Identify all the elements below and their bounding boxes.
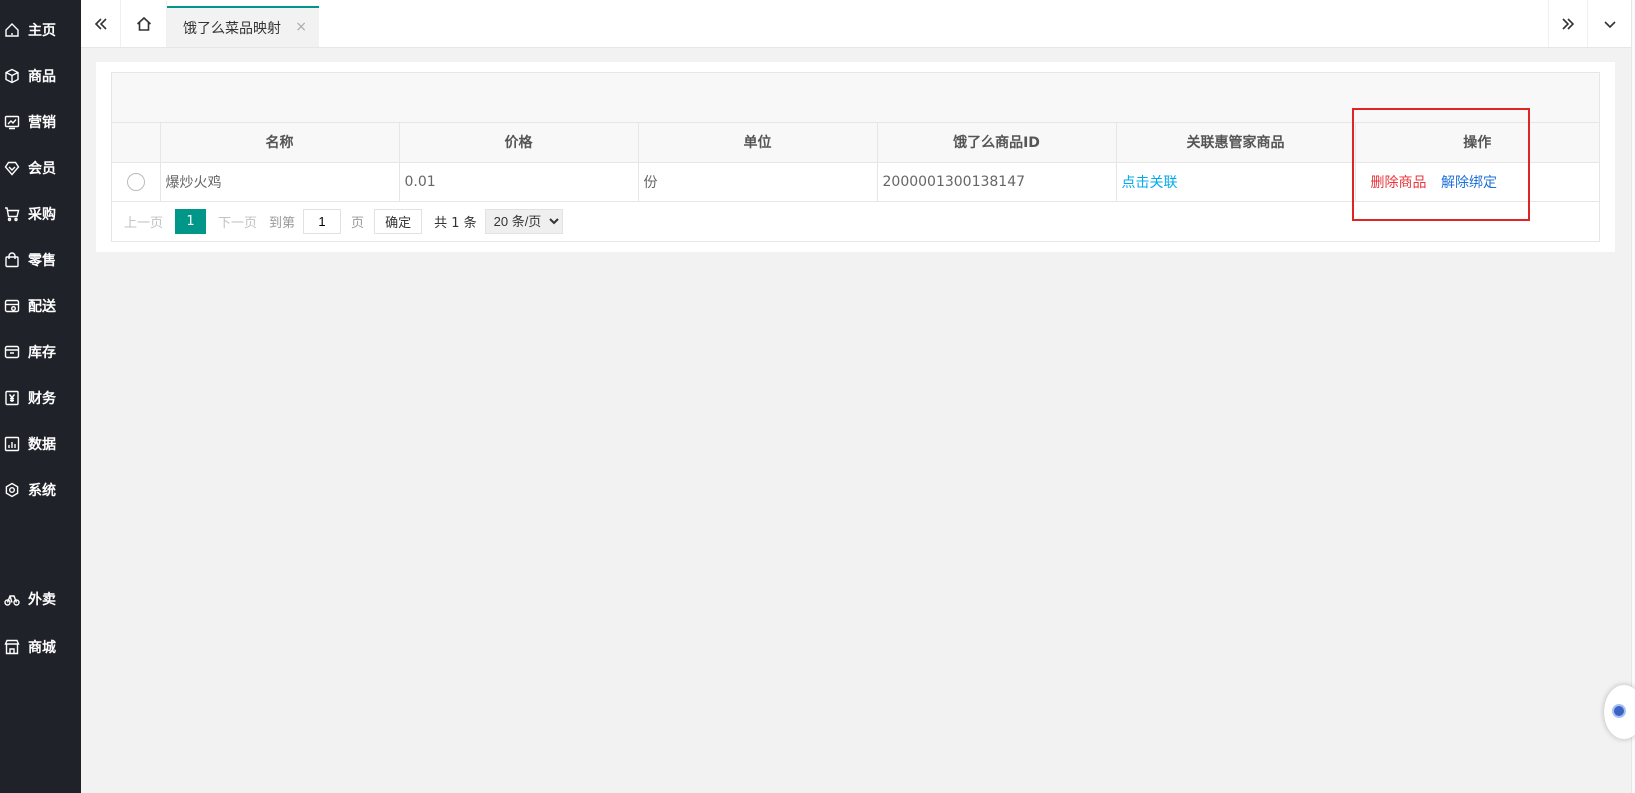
settings-icon <box>4 482 20 498</box>
home-icon <box>4 22 20 38</box>
sidebar-item-label: 商城 <box>28 640 56 656</box>
double-chevron-right-icon <box>1562 17 1575 30</box>
bike-icon <box>4 591 20 607</box>
goto-label: 到第 <box>269 215 296 231</box>
top-bar: 饿了么菜品映射 × <box>81 0 1635 48</box>
row-radio[interactable] <box>126 172 145 191</box>
pagination: 上一页 1 下一页 到第 页 确定 共 1 条 20 条/页 <box>112 202 1599 241</box>
box-icon <box>4 68 20 84</box>
sidebar-item-takeout[interactable]: 外卖 <box>0 579 81 619</box>
sidebar-item-marketing[interactable]: 营销 <box>0 102 81 142</box>
table-row: 爆炒火鸡 0.01 份 2000001300138147 点击关联 删除商品 解… <box>112 162 1599 202</box>
column-header-actions[interactable]: 操作 <box>1355 123 1599 163</box>
column-header-name[interactable]: 名称 <box>160 123 400 163</box>
data-table: 名称 价格 单位 饿了么商品ID 关联惠管家商品 操作 爆炒火鸡 0.01 份 … <box>111 72 1600 242</box>
sidebar-item-inventory[interactable]: 库存 <box>0 332 81 372</box>
sidebar-item-label: 外卖 <box>28 592 56 608</box>
mapping-table: 名称 价格 单位 饿了么商品ID 关联惠管家商品 操作 爆炒火鸡 0.01 份 … <box>112 123 1599 202</box>
table-toolbar <box>112 73 1599 123</box>
cart-icon <box>4 206 20 222</box>
sidebar-item-system[interactable]: 系统 <box>0 470 81 510</box>
page-scrollbar[interactable] <box>1631 0 1635 793</box>
sidebar-item-label: 主页 <box>28 23 56 39</box>
content-card: 名称 价格 单位 饿了么商品ID 关联惠管家商品 操作 爆炒火鸡 0.01 份 … <box>96 62 1615 252</box>
assistant-icon <box>1612 704 1626 718</box>
double-chevron-left-icon <box>94 17 107 30</box>
page-unit-label: 页 <box>351 215 365 231</box>
sidebar-item-label: 系统 <box>28 483 56 499</box>
floating-assistant-button[interactable] <box>1604 685 1635 739</box>
tab-eleme-mapping[interactable]: 饿了么菜品映射 × <box>167 6 319 47</box>
sidebar-item-mall[interactable]: 商城 <box>0 627 81 667</box>
goto-page-input[interactable] <box>303 208 342 234</box>
column-header-price[interactable]: 价格 <box>399 123 639 163</box>
diamond-icon <box>4 160 20 176</box>
scroll-right-button[interactable] <box>1548 0 1588 47</box>
sidebar-item-label: 数据 <box>28 437 56 453</box>
row-select-cell <box>112 162 161 202</box>
chevron-down-icon <box>1603 20 1616 28</box>
sidebar-item-home[interactable]: 主页 <box>0 10 81 50</box>
store-icon <box>4 639 20 655</box>
delete-goods-button[interactable]: 删除商品 <box>1371 175 1427 191</box>
sidebar: 主页 商品 营销 会员 采购 零售 配送 库存 财务 数据 系统 外卖 商城 <box>0 0 81 793</box>
column-header-unit[interactable]: 单位 <box>638 123 878 163</box>
cell-name: 爆炒火鸡 <box>160 162 400 202</box>
chart-icon <box>4 114 20 130</box>
page-size-select[interactable]: 20 条/页 <box>484 208 563 234</box>
tab-label: 饿了么菜品映射 <box>183 20 281 37</box>
current-page-button[interactable]: 1 <box>175 208 207 234</box>
cell-unit: 份 <box>638 162 878 202</box>
sidebar-item-label: 零售 <box>28 253 56 269</box>
prev-page-button[interactable]: 上一页 <box>124 212 163 231</box>
archive-icon <box>4 344 20 360</box>
sidebar-item-finance[interactable]: 财务 <box>0 378 81 418</box>
sidebar-item-label: 财务 <box>28 391 56 407</box>
cell-actions: 删除商品 解除绑定 <box>1355 162 1599 202</box>
sidebar-item-goods[interactable]: 商品 <box>0 56 81 96</box>
sidebar-item-label: 营销 <box>28 115 56 131</box>
sidebar-item-purchase[interactable]: 采购 <box>0 194 81 234</box>
sidebar-item-label: 配送 <box>28 299 56 315</box>
column-header-eleme-id[interactable]: 饿了么商品ID <box>877 123 1117 163</box>
cell-eleme-id: 2000001300138147 <box>877 162 1117 202</box>
click-to-link-button[interactable]: 点击关联 <box>1122 175 1178 191</box>
tab-menu-button[interactable] <box>1588 0 1631 47</box>
delivery-icon <box>4 298 20 314</box>
sidebar-item-data[interactable]: 数据 <box>0 424 81 464</box>
sidebar-item-label: 采购 <box>28 207 56 223</box>
total-count: 共 1 条 <box>434 215 477 231</box>
sidebar-item-label: 商品 <box>28 69 56 85</box>
bag-icon <box>4 252 20 268</box>
home-icon <box>136 16 151 31</box>
sidebar-item-retail[interactable]: 零售 <box>0 240 81 280</box>
home-tab-button[interactable] <box>121 0 167 47</box>
column-header-select <box>112 123 161 163</box>
close-icon[interactable]: × <box>295 19 307 35</box>
sidebar-item-delivery[interactable]: 配送 <box>0 286 81 326</box>
cell-link: 点击关联 <box>1116 162 1356 202</box>
sidebar-item-member[interactable]: 会员 <box>0 148 81 188</box>
bars-icon <box>4 436 20 452</box>
unbind-button[interactable]: 解除绑定 <box>1441 175 1497 191</box>
column-header-linked-goods[interactable]: 关联惠管家商品 <box>1116 123 1356 163</box>
yen-icon <box>4 390 20 406</box>
table-header-row: 名称 价格 单位 饿了么商品ID 关联惠管家商品 操作 <box>112 123 1599 163</box>
confirm-page-button[interactable]: 确定 <box>374 208 423 234</box>
collapse-left-button[interactable] <box>81 0 121 47</box>
next-page-button[interactable]: 下一页 <box>218 212 257 231</box>
sidebar-item-label: 会员 <box>28 161 56 177</box>
sidebar-item-label: 库存 <box>28 345 56 361</box>
cell-price: 0.01 <box>399 162 639 202</box>
